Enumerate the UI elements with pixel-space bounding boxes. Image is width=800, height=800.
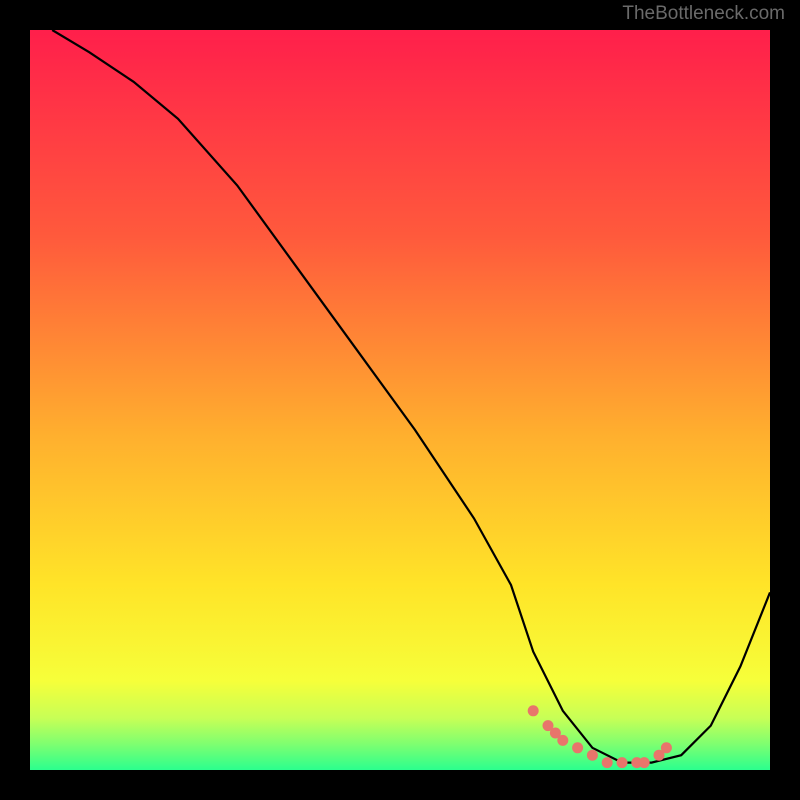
highlight-marker: [557, 735, 568, 746]
highlight-marker: [587, 750, 598, 761]
highlight-marker: [661, 742, 672, 753]
highlight-markers: [528, 705, 672, 768]
highlight-marker: [528, 705, 539, 716]
attribution-text: TheBottleneck.com: [622, 3, 785, 25]
highlight-marker: [617, 757, 628, 768]
bottleneck-curve: [52, 30, 770, 763]
highlight-marker: [639, 757, 650, 768]
chart-curve-layer: [30, 30, 770, 770]
highlight-marker: [602, 757, 613, 768]
highlight-marker: [572, 742, 583, 753]
chart-container: [30, 30, 770, 770]
